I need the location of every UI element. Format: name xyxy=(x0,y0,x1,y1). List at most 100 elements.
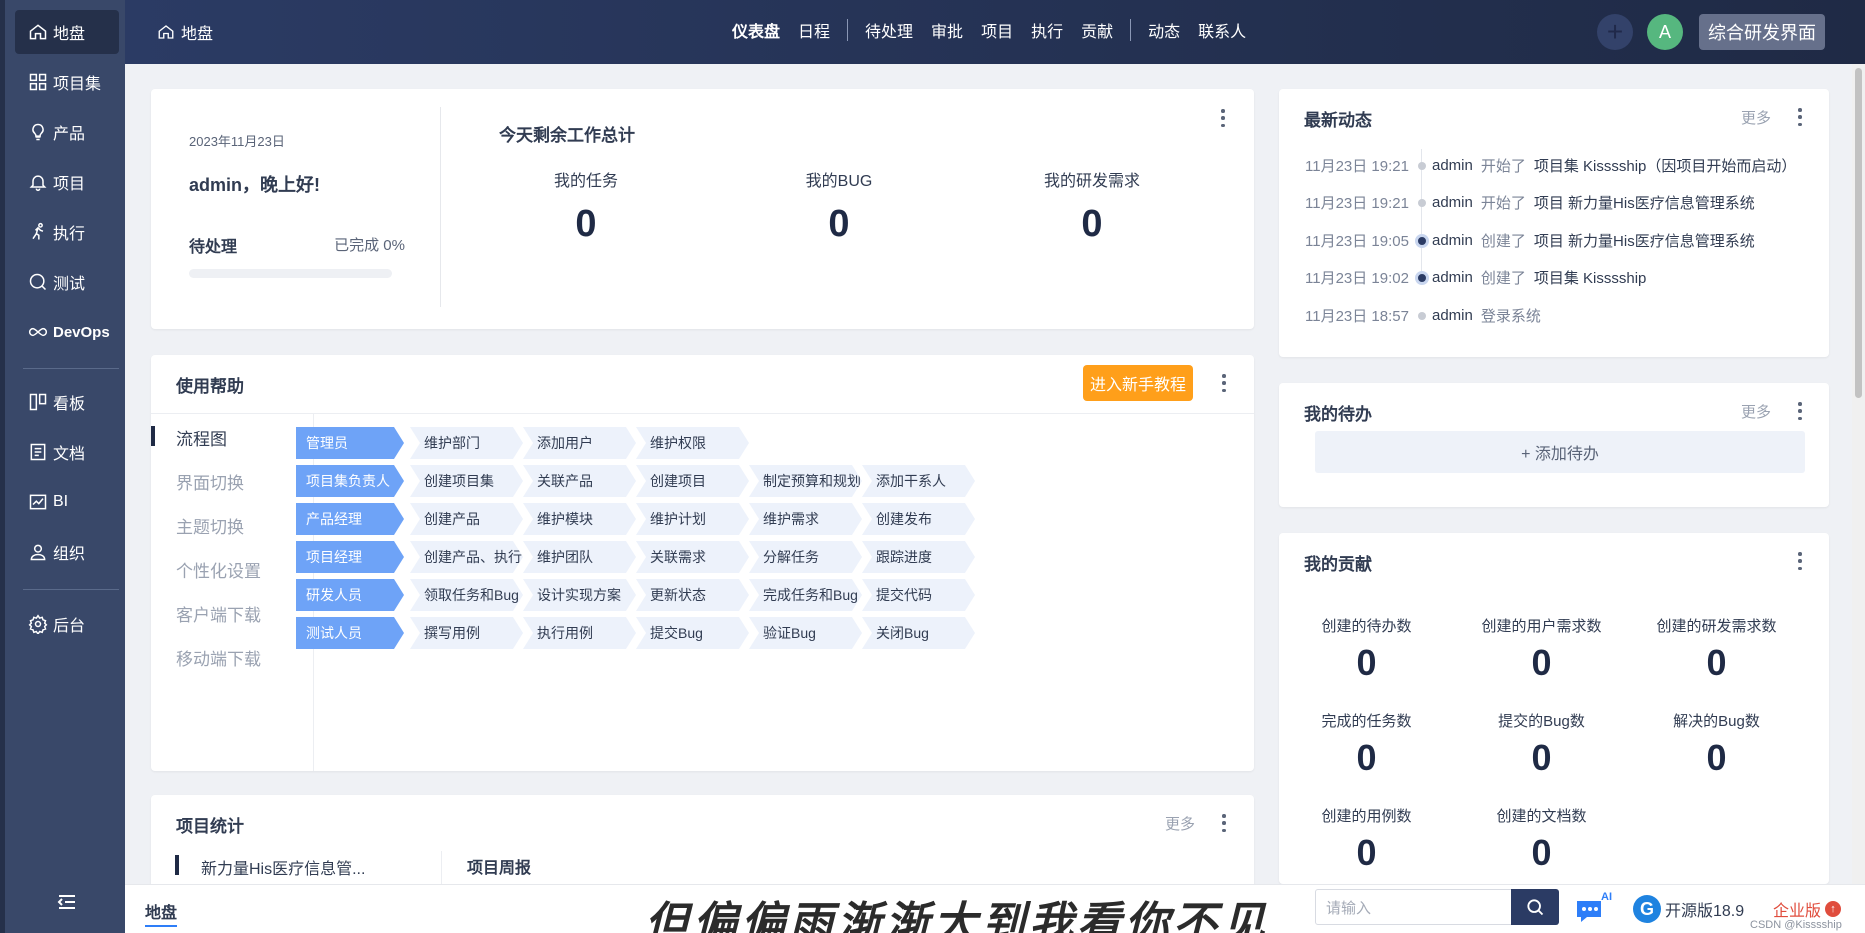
flow-step[interactable]: 关联产品 xyxy=(523,465,636,497)
more-options-icon[interactable] xyxy=(1221,814,1227,832)
search-button[interactable] xyxy=(1511,889,1559,925)
flow-role[interactable]: 项目经理 xyxy=(296,541,404,573)
activity-item[interactable]: 11月23日 18:57 admin 登录系统 xyxy=(1305,305,1549,326)
tab-contribution[interactable]: 贡献 xyxy=(1081,18,1113,42)
flow-role[interactable]: 管理员 xyxy=(296,427,404,459)
activity-item[interactable]: 11月23日 19:21 admin 开始了 项目集 Kisssship（因项目开始… xyxy=(1305,155,1796,176)
flow-step[interactable]: 关联需求 xyxy=(636,541,749,573)
ai-chat-icon[interactable]: AI xyxy=(1575,891,1615,925)
help-menu-client-download[interactable]: 客户端下载 xyxy=(176,601,261,626)
bottom-tab-dashboard[interactable]: 地盘 xyxy=(145,899,178,927)
enterprise-upgrade-link[interactable]: 企业版 ↑ xyxy=(1773,897,1842,921)
contribution-label: 创建的待办数 xyxy=(1321,618,1412,635)
vertical-scrollbar[interactable] xyxy=(1852,64,1865,884)
breadcrumb[interactable]: 地盘 xyxy=(157,20,213,44)
tab-dynamic[interactable]: 动态 xyxy=(1148,18,1180,42)
help-menu-theme-switch[interactable]: 主题切换 xyxy=(176,513,244,538)
flow-step[interactable]: 维护模块 xyxy=(523,503,636,535)
flow-step[interactable]: 完成任务和Bug xyxy=(749,579,862,611)
more-link[interactable]: 更多 xyxy=(1741,401,1771,422)
activity-action: 创建了 xyxy=(1480,270,1526,287)
sidebar-item-org[interactable]: 组织 xyxy=(15,530,119,574)
sidebar-item-product[interactable]: 产品 xyxy=(15,110,119,154)
avatar[interactable]: A xyxy=(1647,14,1683,50)
activity-item[interactable]: 11月23日 19:21 admin 开始了 项目 新力量His医疗信息管理系统 xyxy=(1305,192,1755,213)
more-options-icon[interactable] xyxy=(1797,402,1803,420)
contribution-value: 0 xyxy=(1531,832,1552,873)
activity-item[interactable]: 11月23日 19:02 admin 创建了 项目集 Kisssship xyxy=(1305,267,1646,288)
flow-step[interactable]: 添加干系人 xyxy=(862,465,975,497)
flow-step[interactable]: 制定预算和规划 xyxy=(749,465,862,497)
help-menu-flowchart[interactable]: 流程图 xyxy=(176,425,227,450)
sidebar-item-dashboard[interactable]: 地盘 xyxy=(15,10,119,54)
flow-step[interactable]: 撰写用例 xyxy=(410,617,523,649)
flow-step[interactable]: 分解任务 xyxy=(749,541,862,573)
flow-step[interactable]: 维护团队 xyxy=(523,541,636,573)
flow-step[interactable]: 跟踪进度 xyxy=(862,541,975,573)
tab-project[interactable]: 项目 xyxy=(981,18,1013,42)
flow-step[interactable]: 执行用例 xyxy=(523,617,636,649)
flow-step[interactable]: 领取任务和Bug xyxy=(410,579,523,611)
sidebar-item-program[interactable]: 项目集 xyxy=(15,60,119,104)
flow-step[interactable]: 维护需求 xyxy=(749,503,862,535)
flow-step[interactable]: 更新状态 xyxy=(636,579,749,611)
done-percent: 已完成 0% xyxy=(334,237,405,254)
flow-step[interactable]: 创建项目 xyxy=(636,465,749,497)
help-menu-personalize[interactable]: 个性化设置 xyxy=(176,557,261,582)
flow-step[interactable]: 创建产品 xyxy=(410,503,523,535)
flow-row: 产品经理 创建产品 维护模块 维护计划 维护需求 创建发布 xyxy=(296,503,975,535)
sidebar-item-kanban[interactable]: 看板 xyxy=(15,380,119,424)
help-menu-ui-switch[interactable]: 界面切换 xyxy=(176,469,244,494)
flow-step[interactable]: 设计实现方案 xyxy=(523,579,636,611)
flow-step[interactable]: 维护权限 xyxy=(636,427,749,459)
flow-step[interactable]: 创建发布 xyxy=(862,503,975,535)
flow-step[interactable]: 添加用户 xyxy=(523,427,636,459)
sidebar-item-test[interactable]: 测试 xyxy=(15,260,119,304)
tab-calendar[interactable]: 日程 xyxy=(798,18,830,42)
more-options-icon[interactable] xyxy=(1797,552,1803,570)
tutorial-button[interactable]: 进入新手教程 xyxy=(1083,365,1193,401)
quick-create-button[interactable]: + xyxy=(1597,14,1633,50)
activity-item[interactable]: 11月23日 19:05 admin 创建了 项目 新力量His医疗信息管理系统 xyxy=(1305,230,1755,251)
flow-role[interactable]: 项目集负责人 xyxy=(296,465,404,497)
flow-role[interactable]: 产品经理 xyxy=(296,503,404,535)
stat-my-stories[interactable]: 我的研发需求 0 xyxy=(992,167,1192,246)
vision-switch-button[interactable]: 综合研发界面 xyxy=(1699,14,1825,50)
project-name[interactable]: 新力量His医疗信息管... xyxy=(201,855,365,879)
tab-dashboard[interactable]: 仪表盘 xyxy=(732,18,780,42)
flow-step[interactable]: 验证Bug xyxy=(749,617,862,649)
more-options-icon[interactable] xyxy=(1221,374,1227,392)
collapse-menu-icon[interactable] xyxy=(55,890,79,914)
activity-time: 11月23日 19:05 xyxy=(1305,233,1409,250)
sidebar-item-project[interactable]: 项目 xyxy=(15,160,119,204)
flow-role[interactable]: 测试人员 xyxy=(296,617,404,649)
sidebar-item-execution[interactable]: 执行 xyxy=(15,210,119,254)
tab-approval[interactable]: 审批 xyxy=(931,18,963,42)
sidebar-item-bi[interactable]: BI xyxy=(15,480,119,524)
contribution-value: 0 xyxy=(1706,737,1727,778)
stat-my-bugs[interactable]: 我的BUG 0 xyxy=(739,167,939,246)
flow-step[interactable]: 提交代码 xyxy=(862,579,975,611)
stat-my-tasks[interactable]: 我的任务 0 xyxy=(486,167,686,246)
help-menu-mobile-download[interactable]: 移动端下载 xyxy=(176,645,261,670)
version-info[interactable]: G 开源版18.9 xyxy=(1633,895,1744,923)
add-todo-button[interactable]: + 添加待办 xyxy=(1315,431,1805,473)
sidebar-item-devops[interactable]: DevOps xyxy=(15,310,119,354)
tab-pending[interactable]: 待处理 xyxy=(865,18,913,42)
scrollbar-thumb[interactable] xyxy=(1855,68,1862,398)
tab-execution[interactable]: 执行 xyxy=(1031,18,1063,42)
flow-step[interactable]: 创建产品、执行 xyxy=(410,541,523,573)
search-input[interactable]: 请输入 xyxy=(1315,889,1515,925)
more-link[interactable]: 更多 xyxy=(1165,813,1195,834)
sidebar-item-doc[interactable]: 文档 xyxy=(15,430,119,474)
flow-step[interactable]: 维护部门 xyxy=(410,427,523,459)
user-icon xyxy=(27,541,49,563)
flow-role[interactable]: 研发人员 xyxy=(296,579,404,611)
flow-step[interactable]: 关闭Bug xyxy=(862,617,975,649)
flow-step[interactable]: 创建项目集 xyxy=(410,465,523,497)
tab-contacts[interactable]: 联系人 xyxy=(1198,18,1246,42)
flow-step[interactable]: 提交Bug xyxy=(636,617,749,649)
more-options-icon[interactable] xyxy=(1220,109,1226,127)
flow-step[interactable]: 维护计划 xyxy=(636,503,749,535)
sidebar-item-admin[interactable]: 后台 xyxy=(15,602,119,646)
